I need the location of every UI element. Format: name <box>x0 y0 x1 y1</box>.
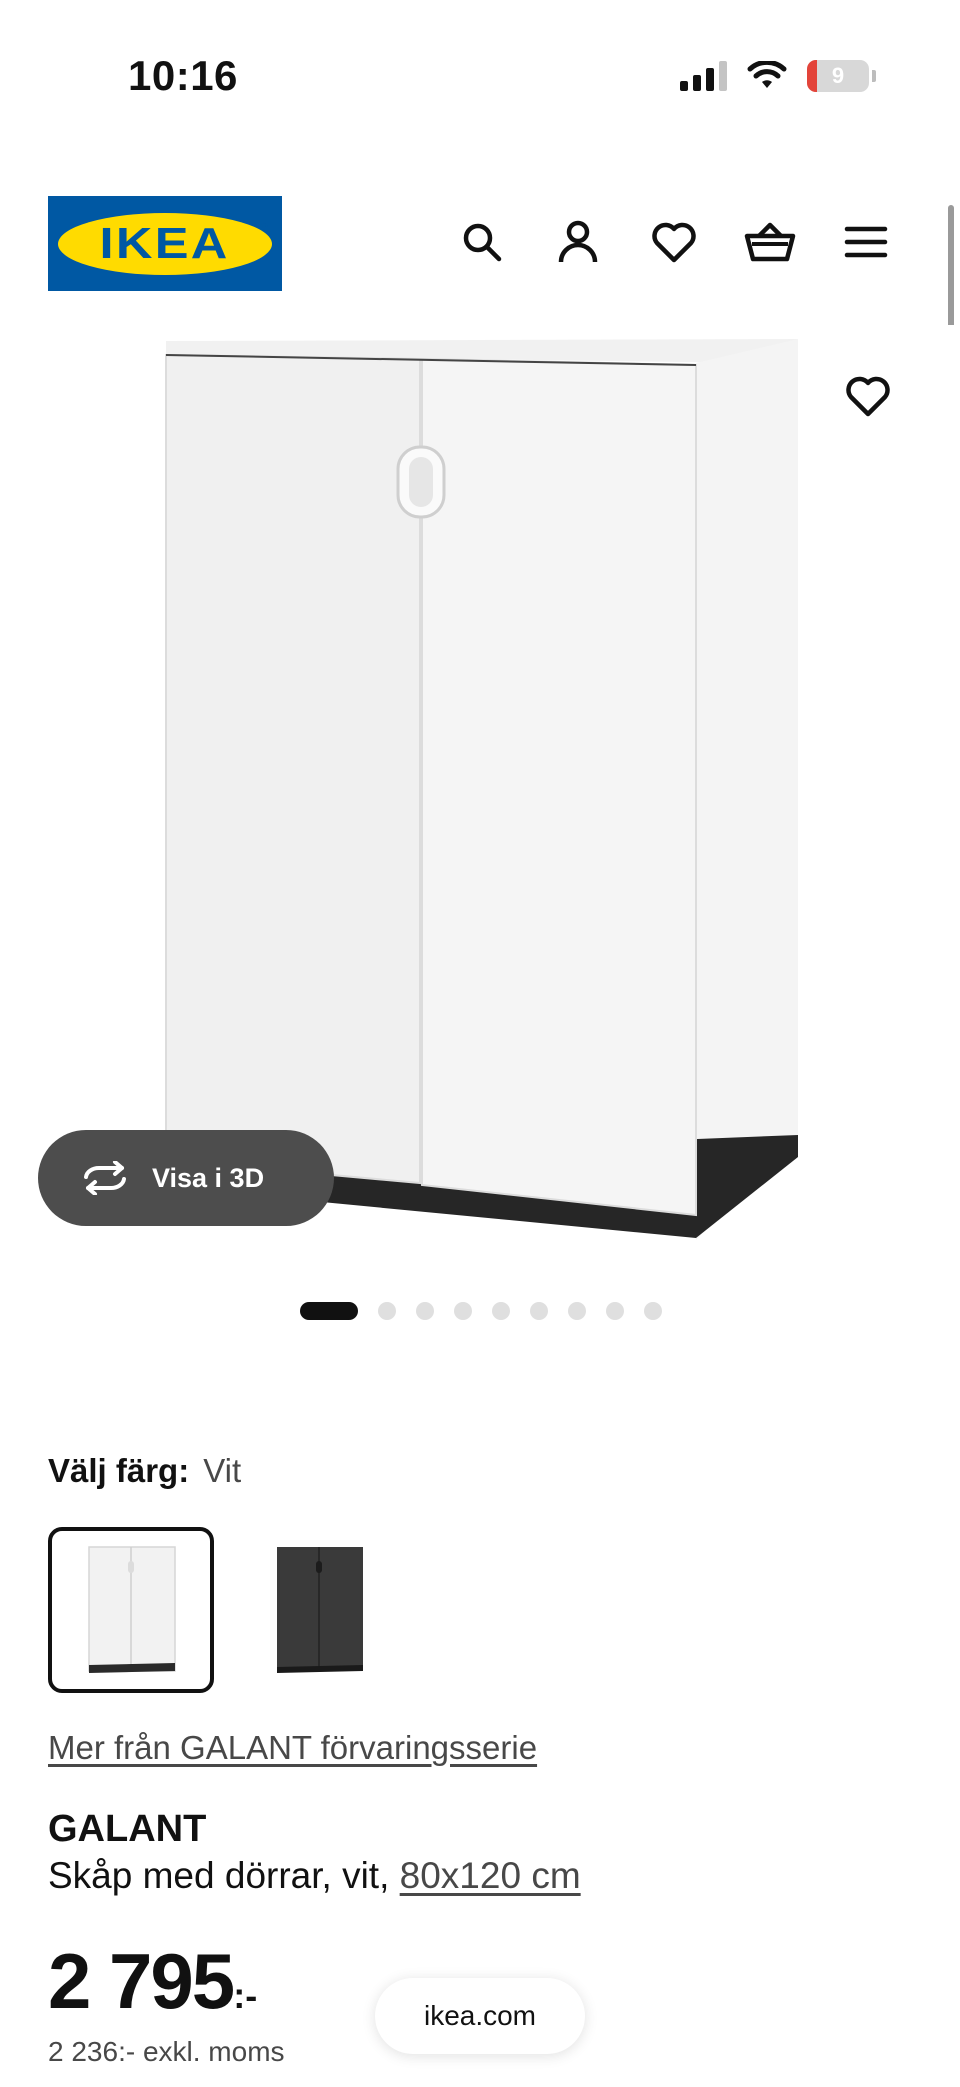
color-selector-label: Välj färg: Vit <box>48 1452 241 1490</box>
search-icon[interactable] <box>456 216 508 268</box>
gallery-dot-active[interactable] <box>300 1302 358 1320</box>
cabinet-image <box>165 339 798 1240</box>
gallery-dot[interactable] <box>606 1302 624 1320</box>
product-image[interactable] <box>0 325 960 1260</box>
browser-url-bar[interactable]: ikea.com <box>375 1978 585 2054</box>
user-icon[interactable] <box>552 216 604 268</box>
basket-icon[interactable] <box>744 216 796 268</box>
gallery-dot[interactable] <box>454 1302 472 1320</box>
price-amount: 2 795 <box>48 1937 235 2025</box>
add-to-favourites-icon[interactable] <box>840 368 896 424</box>
logo-text: IKEA <box>99 218 231 268</box>
product-size-link[interactable]: 80x120 cm <box>400 1855 581 1896</box>
status-icons: 9 <box>680 60 876 92</box>
menu-icon[interactable] <box>840 216 892 268</box>
cellular-signal-icon <box>680 61 727 91</box>
white-cabinet-thumbnail <box>88 1546 176 1673</box>
wifi-icon <box>747 61 787 88</box>
product-page: 10:16 9 IKEA ® Visa i 3D Välj färg: Vit … <box>0 0 960 2087</box>
status-time: 10:16 <box>128 52 238 99</box>
gallery-dot[interactable] <box>644 1302 662 1320</box>
gallery-dot[interactable] <box>416 1302 434 1320</box>
battery-level: 9 <box>831 63 845 88</box>
series-link[interactable]: Mer från GALANT förvaringsserie <box>48 1729 537 1767</box>
product-name: GALANT <box>48 1808 207 1850</box>
selected-color: Vit <box>203 1452 242 1489</box>
gallery-pagination <box>300 1302 662 1320</box>
black-cabinet-thumbnail <box>277 1547 363 1673</box>
product-description: Skåp med dörrar, vit, 80x120 cm <box>48 1855 581 1897</box>
price-suffix: :- <box>233 1975 258 2016</box>
gallery-dot[interactable] <box>530 1302 548 1320</box>
product-price: 2 795:- <box>48 1936 257 2027</box>
battery-icon: 9 <box>807 60 869 92</box>
view-in-3d-button[interactable]: Visa i 3D <box>38 1130 334 1226</box>
color-label-text: Välj färg: <box>48 1452 190 1489</box>
heart-icon[interactable] <box>648 216 700 268</box>
product-description-text: Skåp med dörrar, vit, <box>48 1855 390 1896</box>
url-text: ikea.com <box>423 2000 537 2031</box>
color-swatch-white[interactable] <box>48 1527 214 1693</box>
color-swatch-black-brown[interactable] <box>236 1527 402 1693</box>
header-nav <box>456 216 892 268</box>
ikea-logo[interactable]: IKEA ® <box>48 196 282 291</box>
gallery-dot[interactable] <box>378 1302 396 1320</box>
gallery-dot[interactable] <box>492 1302 510 1320</box>
price-excl-vat: 2 236:- exkl. moms <box>48 2036 285 2067</box>
gallery-dot[interactable] <box>568 1302 586 1320</box>
rotate-3d-icon <box>84 1161 126 1195</box>
view-in-3d-label: Visa i 3D <box>152 1162 265 1193</box>
